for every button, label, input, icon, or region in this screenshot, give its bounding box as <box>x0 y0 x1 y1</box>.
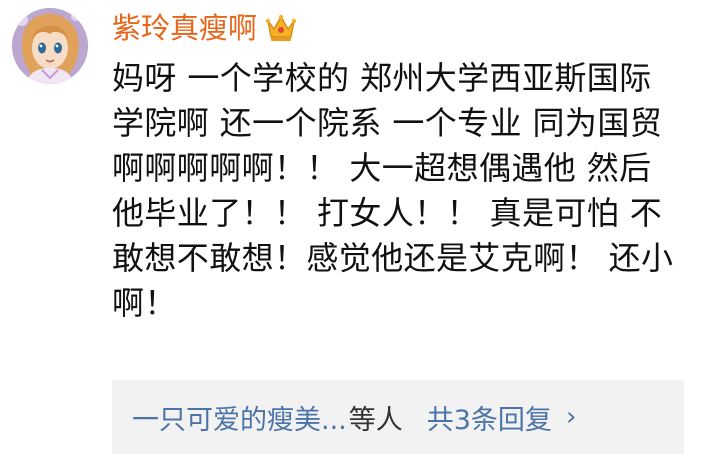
reply-user-names[interactable]: 一只可爱的瘦美... <box>132 398 347 437</box>
reply-suffix: 等人 <box>348 404 403 436</box>
username[interactable]: 紫玲真瘦啊 <box>112 8 257 48</box>
replies-summary[interactable]: 一只可爱的瘦美... 等人 共3条回复 › <box>112 380 684 454</box>
avatar-image <box>12 8 88 84</box>
chevron-right-icon[interactable]: › <box>566 404 576 430</box>
comment-text: 妈呀 一个学校的 郑州大学西亚斯国际学院啊 还一个院系 一个专业 同为国贸 啊啊… <box>112 59 674 322</box>
reply-count-link[interactable]: 共3条回复 <box>427 398 552 437</box>
crown-icon <box>265 14 297 41</box>
avatar[interactable] <box>12 8 88 84</box>
comment-header: 紫玲真瘦啊 <box>112 8 297 48</box>
